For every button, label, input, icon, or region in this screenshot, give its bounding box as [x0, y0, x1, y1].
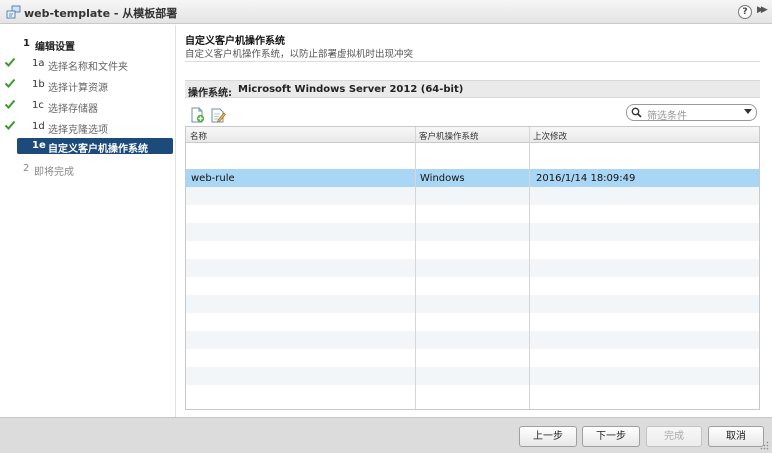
step-label: 编辑设置 — [35, 42, 75, 53]
cancel-button[interactable]: 取消 — [708, 426, 764, 447]
new-spec-icon[interactable] — [189, 107, 205, 123]
step-label: 选择克隆选项 — [48, 125, 108, 136]
check-icon — [4, 57, 16, 67]
empty-row — [186, 295, 759, 313]
os-value: Microsoft Windows Server 2012 (64-bit) — [238, 84, 464, 95]
cell-modified: 2016/1/14 18:09:49 — [536, 173, 636, 184]
resize-grip-icon[interactable] — [760, 441, 769, 450]
empty-row — [186, 313, 759, 331]
step-label: 即将完成 — [34, 167, 74, 178]
check-icon — [4, 99, 16, 109]
empty-row — [186, 223, 759, 241]
step-label: 选择名称和文件夹 — [48, 62, 128, 73]
page-description: 自定义客户机操作系统，以防止部署虚拟机时出现冲突 — [185, 49, 414, 60]
empty-row — [186, 241, 759, 259]
step-number: 1b — [32, 79, 45, 90]
check-icon — [4, 120, 16, 130]
empty-row — [186, 385, 759, 403]
step-1b[interactable]: 1b 选择计算资源 — [0, 76, 176, 94]
chevron-down-icon[interactable] — [744, 109, 752, 114]
page-title: 自定义客户机操作系统 — [185, 36, 285, 47]
expand-icon[interactable]: ▶▶ — [757, 5, 768, 15]
step-2[interactable]: 2 即将完成 — [0, 160, 176, 178]
help-icon[interactable]: ? — [738, 5, 752, 19]
step-number: 1a — [32, 58, 45, 69]
column-header-os[interactable]: 客户机操作系统 — [419, 130, 479, 142]
step-number: 1c — [32, 100, 44, 111]
cell-name: web-rule — [191, 173, 235, 184]
check-icon — [4, 78, 16, 88]
filter-placeholder: 筛选条件 — [647, 111, 687, 122]
empty-row — [186, 349, 759, 367]
back-button[interactable]: 上一步 — [519, 426, 577, 447]
customization-spec-table: 名称 客户机操作系统 上次修改 web-rule Windows 2016/1/… — [185, 126, 760, 410]
empty-row — [186, 367, 759, 385]
table-header: 名称 客户机操作系统 上次修改 — [186, 127, 759, 143]
step-1c[interactable]: 1c 选择存储器 — [0, 97, 176, 115]
main-panel: 自定义客户机操作系统 自定义客户机操作系统，以防止部署虚拟机时出现冲突 操作系统… — [177, 25, 772, 417]
next-button[interactable]: 下一步 — [582, 426, 640, 447]
step-1a[interactable]: 1a 选择名称和文件夹 — [0, 55, 176, 73]
search-icon — [631, 107, 642, 118]
table-row[interactable]: web-rule Windows 2016/1/14 18:09:49 — [186, 169, 759, 187]
os-info-bar: 操作系统: Microsoft Windows Server 2012 (64-… — [185, 80, 760, 99]
step-number: 1 — [23, 38, 30, 49]
step-number: 2 — [23, 163, 30, 174]
title-bar: web-template - 从模板部署 ? ▶▶ — [0, 0, 772, 24]
deploy-template-icon — [6, 5, 21, 19]
step-label: 选择存储器 — [48, 104, 98, 115]
wizard-footer: 上一步 下一步 完成 取消 — [0, 417, 772, 453]
empty-row — [186, 187, 759, 205]
cell-os: Windows — [420, 173, 465, 184]
window-title: web-template - 从模板部署 — [24, 7, 178, 20]
finish-button[interactable]: 完成 — [646, 426, 702, 447]
step-number: 1e — [32, 140, 46, 151]
column-divider — [529, 127, 530, 409]
step-1e[interactable]: 1e 自定义客户机操作系统 — [17, 138, 173, 155]
step-label: 自定义客户机操作系统 — [48, 144, 148, 155]
step-1d[interactable]: 1d 选择克隆选项 — [0, 118, 176, 136]
step-label: 选择计算资源 — [48, 83, 108, 94]
divider — [185, 61, 760, 62]
column-header-modified[interactable]: 上次修改 — [533, 130, 567, 142]
empty-row — [186, 259, 759, 277]
filter-input[interactable]: 筛选条件 — [626, 104, 757, 122]
column-divider — [415, 127, 416, 409]
empty-row — [186, 277, 759, 295]
empty-row — [186, 331, 759, 349]
step-1[interactable]: 1 编辑设置 — [0, 35, 176, 53]
empty-row — [186, 205, 759, 223]
edit-spec-icon[interactable] — [210, 107, 226, 123]
step-number: 1d — [32, 121, 45, 132]
column-header-name[interactable]: 名称 — [190, 130, 207, 142]
os-label: 操作系统: — [188, 88, 232, 99]
wizard-steps: 1 编辑设置 1a 选择名称和文件夹 1b 选择计算资源 1c 选择存储器 1d… — [0, 25, 176, 417]
